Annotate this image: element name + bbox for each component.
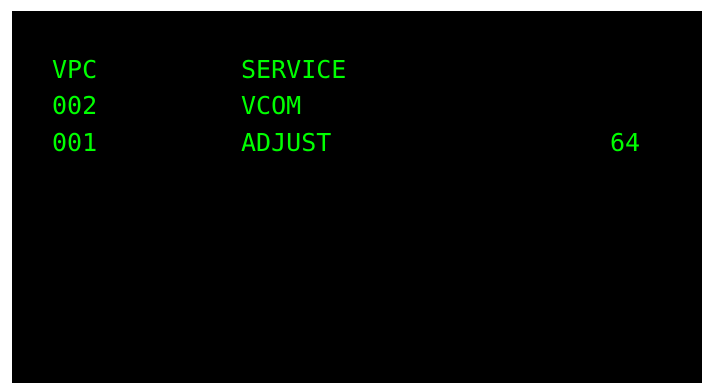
header-code-label: VPC [52, 55, 98, 84]
service-menu-screen: VPC SERVICE 002 VCOM 001 ADJUST 64 [12, 11, 702, 383]
menu-row-value: 64 [610, 128, 641, 157]
menu-row-code: 001 [52, 128, 98, 157]
menu-row-name: VCOM [241, 91, 302, 120]
header-row: VPC SERVICE [12, 55, 702, 85]
menu-row-code: 002 [52, 91, 98, 120]
header-title-label: SERVICE [241, 55, 347, 84]
menu-row-adjust[interactable]: 001 ADJUST 64 [12, 128, 702, 158]
menu-row-vcom[interactable]: 002 VCOM [12, 91, 702, 121]
menu-row-name: ADJUST [241, 128, 332, 157]
